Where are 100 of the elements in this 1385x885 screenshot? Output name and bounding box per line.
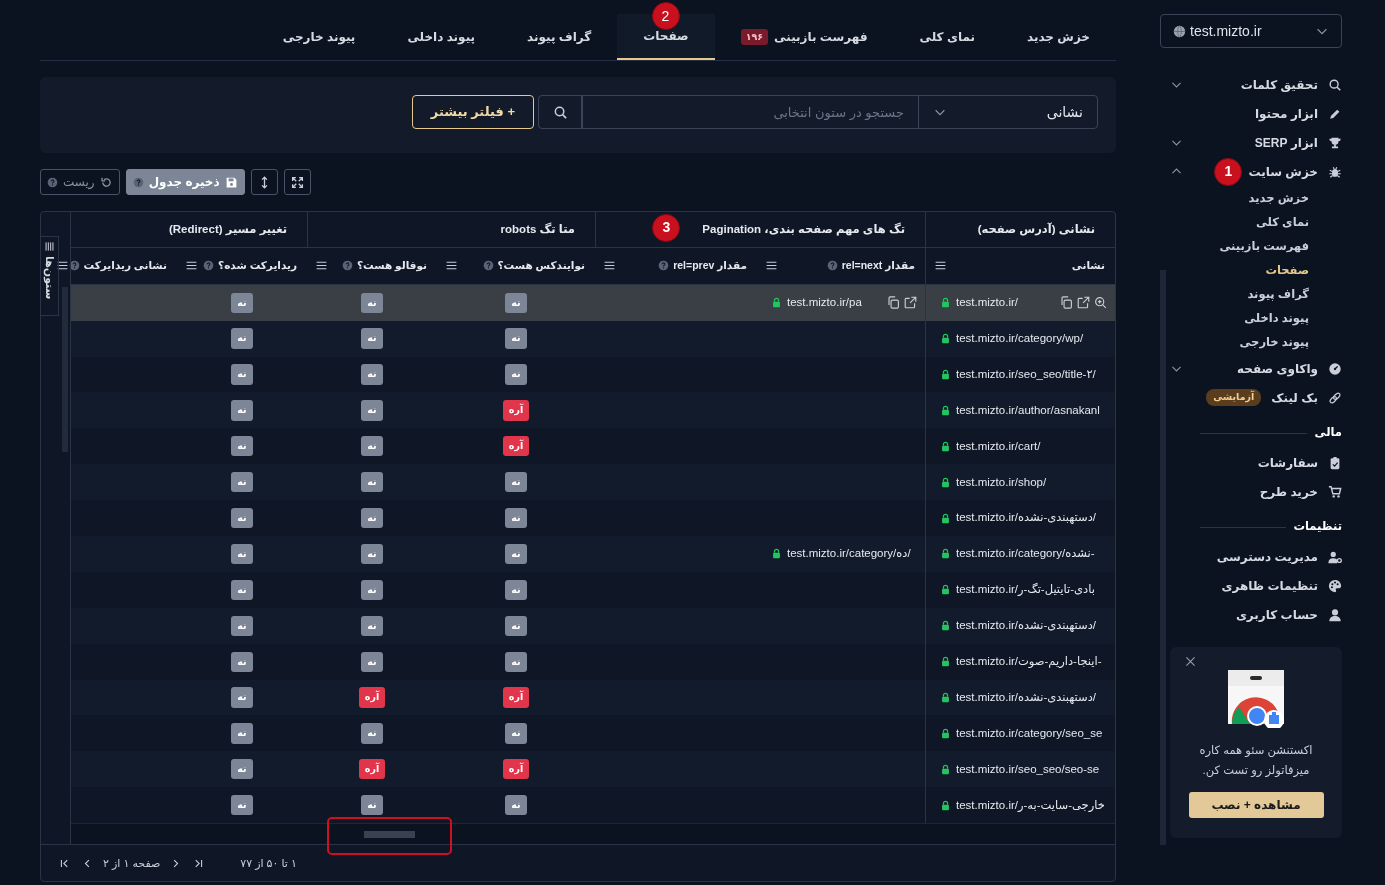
- url-link[interactable]: test.mizto.ir/دستهبندی-نشده/: [956, 509, 1097, 527]
- search-icon: [552, 104, 568, 120]
- url-link[interactable]: test.mizto.ir/shop/: [956, 473, 1047, 491]
- status-badge: نه: [361, 795, 383, 816]
- search-field[interactable]: جستجو در ستون انتخابی: [582, 95, 918, 129]
- lock-icon: [940, 476, 951, 488]
- install-button[interactable]: مشاهده + نصب: [1188, 792, 1324, 819]
- status-badge: نه: [505, 292, 527, 313]
- close-icon[interactable]: [1184, 655, 1197, 668]
- status-badge: نه: [231, 364, 253, 385]
- sidebar-subitem[interactable]: گراف پیوند: [1170, 282, 1342, 306]
- status-badge: نه: [361, 507, 383, 529]
- status-badge: نه: [505, 507, 527, 529]
- horizontal-scrollbar[interactable]: [71, 823, 1115, 845]
- status-badge: نه: [231, 472, 253, 493]
- column-header: نشانی: [1071, 257, 1105, 273]
- status-badge: نه: [231, 292, 253, 313]
- status-badge: نه: [231, 400, 253, 421]
- url-link[interactable]: test.mizto.ir/category/ده/: [787, 545, 911, 563]
- bug-icon: [1328, 164, 1342, 179]
- sidebar-item[interactable]: واکاوی صفحه: [1170, 354, 1342, 383]
- url-link[interactable]: test.mizto.ir/seo_seo/seo-se: [956, 760, 1100, 778]
- status-badge: نه: [361, 579, 383, 600]
- tab[interactable]: خزش جدید: [1000, 14, 1116, 60]
- lock-icon: [940, 584, 951, 596]
- url-link[interactable]: test.mizto.ir/cart/: [956, 437, 1041, 455]
- help-icon: [132, 176, 144, 188]
- status-badge: نه: [361, 328, 383, 349]
- status-badge: آره: [502, 436, 530, 457]
- tab[interactable]: پیوند خارجی: [256, 14, 382, 60]
- tab[interactable]: نمای کلی: [893, 14, 1001, 60]
- sidebar-item[interactable]: بک لینک آزمایشی: [1170, 383, 1342, 412]
- search-icon: [1328, 77, 1342, 92]
- table-row[interactable]: test.mizto.ir/دستهبندی-نشده/ آره آره نه: [71, 679, 1115, 716]
- sidebar-item[interactable]: تنظیمات ظاهری: [1170, 571, 1342, 600]
- tab[interactable]: گراف پیوند: [501, 14, 618, 60]
- expand-icon: [290, 175, 304, 189]
- lock-icon: [940, 333, 951, 345]
- url-link[interactable]: test.mizto.ir/pa: [787, 294, 862, 312]
- sidebar-item[interactable]: سفارشات: [1170, 448, 1342, 477]
- expand-button[interactable]: [283, 169, 311, 195]
- url-link[interactable]: test.mizto.ir/seo_seo/title-۲/: [956, 365, 1096, 384]
- sidebar-subitem[interactable]: خزش جدید: [1170, 186, 1342, 210]
- lock-icon: [771, 297, 782, 309]
- link-icon: [1328, 390, 1342, 405]
- url-link[interactable]: test.mizto.ir/: [956, 294, 1018, 312]
- url-link[interactable]: test.mizto.ir/دستهبندی-نشده/: [956, 688, 1097, 707]
- sidebar-subitem[interactable]: صفحات: [1170, 258, 1342, 282]
- more-filters-button[interactable]: + فیلتر بیشتر: [411, 95, 534, 129]
- column-select[interactable]: نشانی: [918, 95, 1098, 129]
- url-link[interactable]: test.mizto.ir/author/asnakanl: [956, 401, 1100, 419]
- column-header: نشانی ریدایرکت: [83, 257, 167, 274]
- url-link[interactable]: test.mizto.ir/خارجی-سایت-به-ر: [956, 796, 1105, 814]
- cart-icon: [1328, 484, 1342, 499]
- sidebar-subitem[interactable]: پیوند داخلی: [1170, 306, 1342, 330]
- external-link-icon[interactable]: [1077, 296, 1090, 310]
- tag-badge: آزمایشی: [1206, 389, 1262, 406]
- annotation-marker: 3: [652, 213, 681, 242]
- search-button[interactable]: [538, 95, 582, 129]
- status-badge: نه: [361, 400, 383, 421]
- status-badge: نه: [231, 651, 253, 672]
- save-table-button[interactable]: ذخیره جدول: [125, 169, 245, 195]
- sidebar-item[interactable]: ابزار محتوا: [1170, 99, 1342, 128]
- sidebar-item[interactable]: حساب کاربری: [1170, 600, 1342, 629]
- column-header: ریدایرکت شده؟: [218, 257, 297, 274]
- reset-icon: [99, 175, 113, 189]
- url-link[interactable]: test.mizto.ir/دستهبندی-نشده/: [956, 617, 1097, 635]
- tab[interactable]: پیوند داخلی: [381, 14, 502, 60]
- columns-toggle[interactable]: ستون‌ها: [41, 236, 59, 316]
- url-link[interactable]: test.mizto.ir/category/seo_se: [956, 724, 1103, 743]
- scrollbar-thumb[interactable]: [364, 831, 415, 839]
- table-row[interactable]: test.mizto.ir/دستهبندی-نشده/ نه نه نه: [71, 607, 1115, 644]
- external-link-icon[interactable]: [904, 296, 917, 310]
- status-badge: نه: [361, 651, 383, 672]
- scrollbar[interactable]: [1160, 270, 1166, 845]
- sidebar-subitem[interactable]: پیوند خارجی: [1170, 330, 1342, 354]
- sidebar-item[interactable]: مدیریت دسترسی: [1170, 542, 1342, 571]
- copy-icon[interactable]: [1060, 296, 1073, 310]
- sidebar-item[interactable]: ابزار SERP: [1170, 128, 1342, 157]
- lock-icon: [940, 692, 951, 703]
- status-badge: نه: [505, 364, 527, 385]
- sidebar-item[interactable]: خرید طرح: [1170, 477, 1342, 506]
- site-selector[interactable]: test.mizto.ir: [1160, 14, 1342, 48]
- status-badge: نه: [231, 436, 253, 457]
- url-link[interactable]: test.mizto.ir/اینجا-داریم-صوت-: [956, 653, 1102, 671]
- sort-button[interactable]: [250, 169, 278, 195]
- sidebar-subitem[interactable]: فهرست بازبینی: [1170, 234, 1342, 258]
- zoom-in-icon[interactable]: [1094, 296, 1107, 310]
- lock-icon: [940, 727, 951, 739]
- sidebar-item[interactable]: تحقیق کلمات: [1170, 70, 1342, 99]
- reset-button[interactable]: ریست: [40, 169, 120, 195]
- copy-icon[interactable]: [887, 296, 900, 310]
- lock-icon: [940, 369, 951, 380]
- table-row[interactable]: test.mizto.ir/category/نشده- test.mizto.ir/category/ده/ نه نه نه: [71, 536, 1115, 572]
- url-link[interactable]: test.mizto.ir/category/wp/: [956, 330, 1084, 348]
- promo-text: اکستنشن سئو همه کاره میزفاتولز رو تست کن.: [1198, 743, 1314, 779]
- sidebar-subitem[interactable]: نمای کلی: [1170, 210, 1342, 234]
- status-badge: آره: [502, 687, 530, 708]
- url-link[interactable]: test.mizto.ir/category/نشده-: [956, 545, 1095, 563]
- url-link[interactable]: test.mizto.ir/بادی-تایتیل-تگ-ر: [956, 581, 1095, 599]
